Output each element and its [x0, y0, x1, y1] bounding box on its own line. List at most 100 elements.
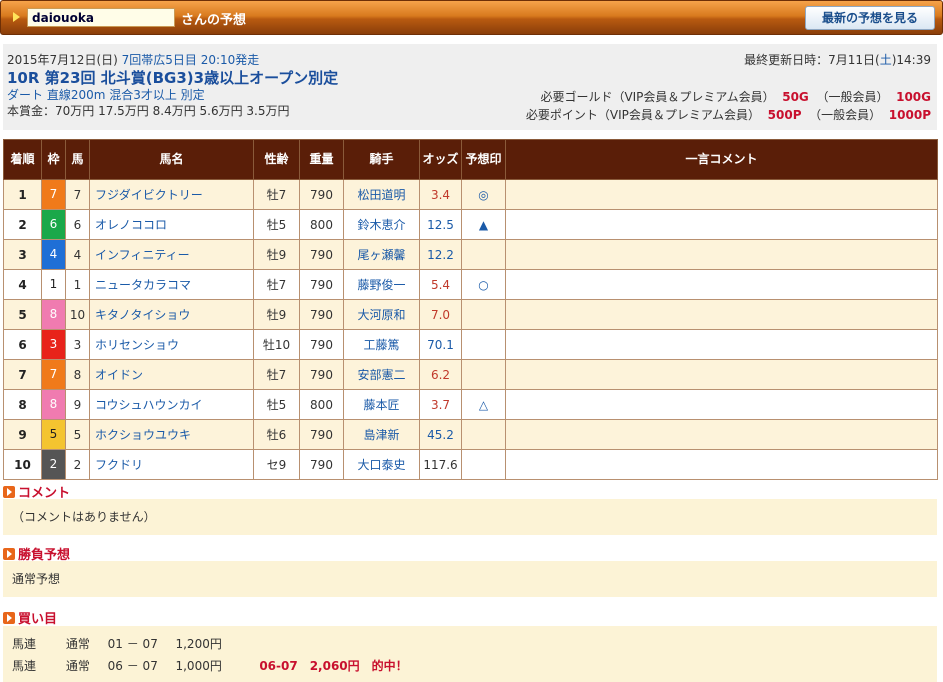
latest-prediction-button[interactable]: 最新の予想を見る [805, 6, 935, 30]
cell-jockey[interactable]: 大河原和 [343, 299, 420, 330]
cell-frame: 7 [41, 179, 66, 210]
cell-number: 2 [65, 449, 90, 480]
cell-comment [505, 389, 938, 420]
cell-sex-age: 牡9 [253, 299, 300, 330]
cell-mark [461, 239, 506, 270]
cell-horse-name[interactable]: ホリセンショウ [89, 329, 254, 360]
header-sex-age: 性齢 [253, 139, 300, 180]
table-row: 9 5 5 ホクショウユウキ 牡6 790 島津新 45.2 [3, 419, 938, 450]
cell-horse-name[interactable]: コウシュハウンカイ [89, 389, 254, 420]
gold-general: 100G [896, 90, 931, 104]
cell-rank: 5 [3, 299, 42, 330]
header-comment: 一言コメント [505, 139, 938, 180]
cell-sex-age: 牡7 [253, 179, 300, 210]
buy-type: 馬連 [12, 659, 37, 673]
cell-frame: 3 [41, 329, 66, 360]
comment-body: （コメントはありません） [3, 499, 937, 535]
cell-comment [505, 269, 938, 300]
buy-section-title: 買い目 [3, 608, 57, 627]
cell-horse-name[interactable]: オレノココロ [89, 209, 254, 240]
cell-jockey[interactable]: 鈴木恵介 [343, 209, 420, 240]
cell-jockey[interactable]: 大口泰史 [343, 449, 420, 480]
table-row: 1 7 7 フジダイビクトリー 牡7 790 松田道明 3.4 ◎ [3, 179, 938, 210]
cell-rank: 10 [3, 449, 42, 480]
cell-weight: 790 [299, 239, 344, 270]
updated-suffix: )14:39 [891, 53, 931, 67]
cell-odds: 7.0 [419, 299, 462, 330]
cell-mark: ○ [461, 269, 506, 300]
buy-amount: 1,000円 [175, 659, 222, 673]
cell-number: 1 [65, 269, 90, 300]
gold-vip: 50G [782, 90, 809, 104]
cell-odds: 6.2 [419, 359, 462, 390]
cell-jockey[interactable]: 藤本匠 [343, 389, 420, 420]
cell-horse-name[interactable]: オイドン [89, 359, 254, 390]
buy-hit: 06-07 2,060円 的中！ [259, 659, 408, 673]
cell-sex-age: 牡5 [253, 209, 300, 240]
frame-number: 2 [49, 457, 58, 471]
cell-weight: 790 [299, 449, 344, 480]
required-points: 必要ポイント（VIP会員＆プレミアム会員） 500P （一般会員） 1000P [526, 106, 931, 123]
cell-jockey[interactable]: 安部憲二 [343, 359, 420, 390]
frame-number: 7 [49, 367, 58, 381]
race-name: 10R 第23回 北斗賞(BG3)3歳以上オープン別定 [7, 69, 339, 87]
cell-frame: 6 [41, 209, 66, 240]
cell-mark [461, 449, 506, 480]
venue-link[interactable]: 7回帯広5日目 20:10発走 [122, 53, 260, 67]
cell-mark: ◎ [461, 179, 506, 210]
cell-jockey[interactable]: 松田道明 [343, 179, 420, 210]
cell-odds: 5.4 [419, 269, 462, 300]
table-row: 4 1 1 ニュータカラコマ 牡7 790 藤野俊一 5.4 ○ [3, 269, 938, 300]
buy-title-text: 買い目 [18, 612, 58, 627]
cell-rank: 2 [3, 209, 42, 240]
frame-number: 3 [49, 337, 58, 351]
cell-horse-name[interactable]: ニュータカラコマ [89, 269, 254, 300]
section-arrow-icon [3, 486, 15, 498]
cell-sex-age: セ9 [253, 449, 300, 480]
cell-frame: 7 [41, 359, 66, 390]
cell-weight: 790 [299, 269, 344, 300]
cell-jockey[interactable]: 工藤篤 [343, 329, 420, 360]
cell-rank: 3 [3, 239, 42, 270]
header-mark: 予想印 [461, 139, 506, 180]
frame-number: 7 [49, 187, 58, 201]
buy-kind: 通常 [65, 637, 90, 651]
cell-frame: 1 [41, 269, 66, 300]
cell-number: 9 [65, 389, 90, 420]
cell-weight: 790 [299, 359, 344, 390]
last-updated: 最終更新日時：7月11日(土)14:39 [744, 51, 931, 68]
cell-sex-age: 牡10 [253, 329, 300, 360]
cell-sex-age: 牡9 [253, 239, 300, 270]
cell-weight: 800 [299, 389, 344, 420]
header-horse-name: 馬名 [89, 139, 254, 180]
gold-label: 必要ゴールド（VIP会員＆プレミアム会員） [540, 90, 775, 104]
cell-comment [505, 329, 938, 360]
cell-frame: 4 [41, 239, 66, 270]
cell-jockey[interactable]: 島津新 [343, 419, 420, 450]
shoubu-body: 通常予想 [3, 561, 937, 597]
table-row: 10 2 2 フクドリ セ9 790 大口泰史 117.6 [3, 449, 938, 480]
cell-number: 3 [65, 329, 90, 360]
table-row: 8 8 9 コウシュハウンカイ 牡5 800 藤本匠 3.7 △ [3, 389, 938, 420]
frame-number: 4 [49, 247, 58, 261]
table-header-row: 着順 枠 馬 馬名 性齢 重量 騎手 オッズ 予想印 一言コメント [3, 139, 938, 180]
cell-mark [461, 329, 506, 360]
cell-horse-name[interactable]: フジダイビクトリー [89, 179, 254, 210]
cell-odds: 117.6 [419, 449, 462, 480]
header-suffix: さんの予想 [181, 13, 247, 28]
cell-horse-name[interactable]: キタノタイショウ [89, 299, 254, 330]
cell-horse-name[interactable]: フクドリ [89, 449, 254, 480]
cell-number: 4 [65, 239, 90, 270]
cell-weight: 790 [299, 299, 344, 330]
race-date: 2015年7月12日(日) 7回帯広5日目 20:10発走 [7, 51, 259, 68]
cell-mark [461, 419, 506, 450]
cell-horse-name[interactable]: ホクショウユウキ [89, 419, 254, 450]
point-label: 必要ポイント（VIP会員＆プレミアム会員） [525, 108, 761, 122]
cell-jockey[interactable]: 藤野俊一 [343, 269, 420, 300]
cell-jockey[interactable]: 尾ヶ瀬馨 [343, 239, 420, 270]
race-info-panel: 2015年7月12日(日) 7回帯広5日目 20:10発走 最終更新日時：7月1… [3, 44, 937, 130]
table-row: 7 7 8 オイドン 牡7 790 安部憲二 6.2 [3, 359, 938, 390]
cell-weight: 800 [299, 209, 344, 240]
cell-horse-name[interactable]: インフィニティー [89, 239, 254, 270]
cell-comment [505, 449, 938, 480]
